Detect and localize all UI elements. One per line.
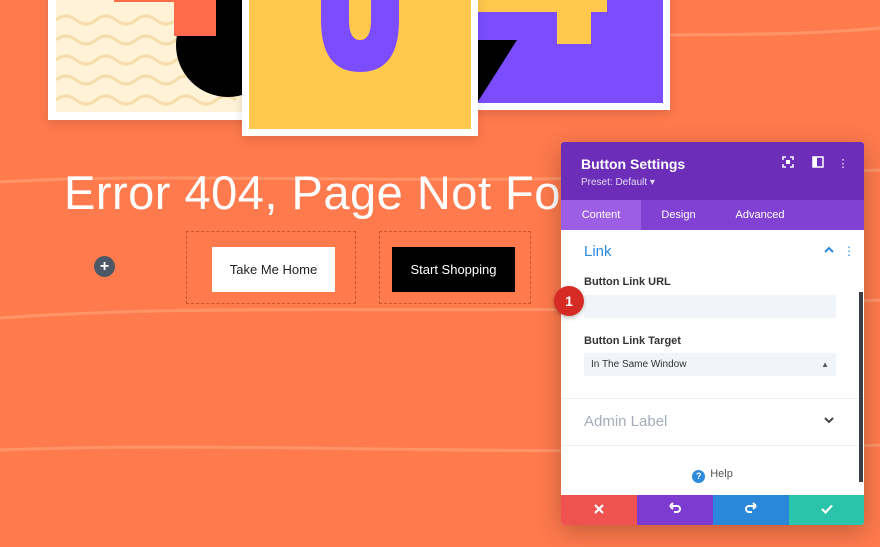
divider [561,445,864,446]
select-arrows-icon: ▲ [821,360,829,369]
add-module-button[interactable]: + [94,256,115,277]
split-view-icon[interactable] [810,156,826,172]
help-label: Help [710,468,733,480]
help-icon: ? [692,470,706,483]
scrollbar[interactable] [859,292,863,482]
settings-tabs: Content Design Advanced [561,200,864,230]
preset-dropdown[interactable]: Preset: Default ▾ [581,177,655,188]
panel-header[interactable]: Button Settings Preset: Default ▾ ⋮ [561,142,864,200]
button-link-url-input[interactable] [584,295,836,318]
redo-icon [745,502,757,513]
start-shopping-button[interactable]: Start Shopping [392,247,515,292]
tab-advanced[interactable]: Advanced [716,200,804,230]
undo-icon [669,502,681,513]
redo-button[interactable] [713,495,789,525]
save-button[interactable] [789,495,864,525]
fullscreen-icon[interactable] [780,156,796,172]
take-me-home-button[interactable]: Take Me Home [212,247,335,292]
wave-pattern [56,0,246,106]
section-options-icon[interactable]: ⋮ [843,244,855,258]
more-options-icon[interactable]: ⋮ [835,156,851,172]
page-title: Error 404, Page Not Fo [64,166,561,219]
step-number-badge: 1 [554,286,584,316]
divider [561,398,864,399]
button-link-url-label: Button Link URL [584,276,671,288]
undo-button[interactable] [637,495,713,525]
button-link-target-label: Button Link Target [584,335,681,347]
panel-title: Button Settings [581,156,686,172]
chevron-up-icon[interactable] [823,244,835,259]
close-icon [594,504,604,514]
button-link-target-select[interactable]: In The Same Window ▲ [584,353,836,376]
panel-footer [561,495,864,525]
tab-design[interactable]: Design [641,200,716,230]
chevron-down-icon[interactable] [823,414,835,429]
artwork-card-4-left [48,0,254,120]
help-link[interactable]: ? Help [561,468,864,483]
checkmark-icon [820,504,833,515]
admin-label-section[interactable]: Admin Label [584,413,667,430]
tab-content[interactable]: Content [561,200,641,230]
cancel-button[interactable] [561,495,637,525]
artwork-card-0-middle [242,0,478,136]
link-section-title[interactable]: Link [584,243,612,260]
digit-four-graphic [447,0,607,103]
digit-zero-graphic [321,0,399,72]
button-settings-panel: Button Settings Preset: Default ▾ ⋮ Cont… [561,142,864,525]
select-value: In The Same Window [591,359,687,370]
